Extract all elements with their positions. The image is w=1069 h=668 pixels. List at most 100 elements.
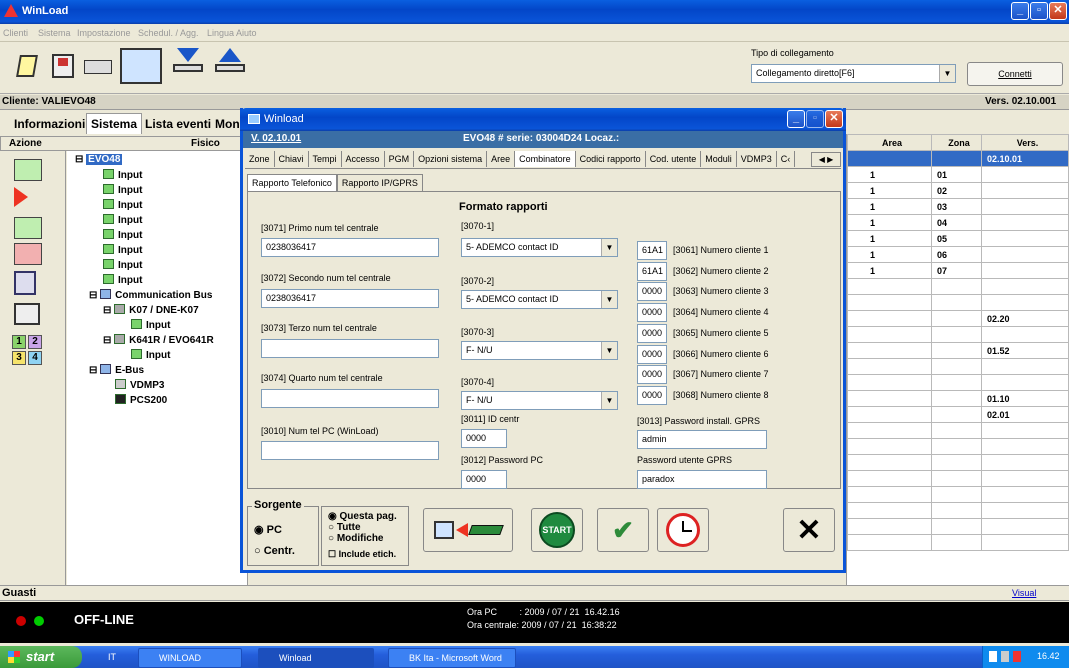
tab-combinatore[interactable]: Combinatore: [515, 151, 576, 167]
col-area[interactable]: Area: [847, 134, 932, 151]
tab-pgm[interactable]: PGM: [385, 151, 415, 167]
format-3-select[interactable]: F- N/U ▼: [461, 341, 618, 360]
menu-clienti[interactable]: Clienti: [3, 28, 28, 38]
schedule-button[interactable]: [657, 508, 709, 552]
dialog-maximize-button[interactable]: ▫: [806, 110, 824, 128]
table-row[interactable]: 02.20: [847, 310, 1069, 327]
tree-node-k641r[interactable]: ⊟ K641R / EVO641R: [103, 334, 214, 346]
save-button[interactable]: [52, 54, 74, 78]
gprs-install-input[interactable]: admin: [637, 430, 767, 449]
table-row[interactable]: 02.01: [847, 406, 1069, 423]
client-2-input[interactable]: 61A1: [637, 262, 667, 281]
phone-1-input[interactable]: 0238036417: [261, 238, 439, 257]
format-2-select[interactable]: 5- ADEMCO contact ID ▼: [461, 290, 618, 309]
taskbar-word[interactable]: BK Ita - Microsoft Word: [388, 648, 516, 668]
tab-codici-rapporto[interactable]: Codici rapporto: [576, 151, 646, 167]
subtab-ip-gprs[interactable]: Rapporto IP/GPRS: [336, 174, 423, 191]
table-row[interactable]: [847, 438, 1069, 455]
table-row[interactable]: 1 03: [847, 198, 1069, 215]
calculator-icon[interactable]: [14, 271, 36, 295]
zone-button-3[interactable]: 3: [12, 351, 26, 365]
menu-sistema[interactable]: Sistema: [38, 28, 71, 38]
table-row[interactable]: 1 07: [847, 262, 1069, 279]
tab-informazioni[interactable]: Informazioni: [14, 117, 85, 131]
tree-node-input-4[interactable]: Input: [103, 214, 142, 226]
table-row[interactable]: 1 05: [847, 230, 1069, 247]
printer-icon[interactable]: [14, 303, 40, 325]
client-5-input[interactable]: 0000: [637, 324, 667, 343]
transfer-arrow-icon[interactable]: [14, 187, 46, 209]
zone-button-4[interactable]: 4: [28, 351, 42, 365]
format-1-select[interactable]: 5- ADEMCO contact ID ▼: [461, 238, 618, 257]
include-labels-checkbox[interactable]: ☐ Include etich.: [328, 549, 396, 560]
scope-all-radio[interactable]: ○ Tutte: [328, 522, 361, 533]
connect-button[interactable]: Connetti: [967, 62, 1063, 86]
scope-this-page-radio[interactable]: ◉ Questa pag.: [328, 511, 397, 522]
language-indicator[interactable]: IT: [108, 652, 116, 662]
tree-node-input-1[interactable]: Input: [103, 169, 142, 181]
tree-node-input-2[interactable]: Input: [103, 184, 142, 196]
tab-tempi[interactable]: Tempi: [309, 151, 342, 167]
pc-phone-input[interactable]: [261, 441, 439, 460]
zone-button-1[interactable]: 1: [12, 335, 26, 349]
tree-node-vdmp3[interactable]: VDMP3: [115, 379, 164, 391]
tab-moduli[interactable]: Moduli: [701, 151, 737, 167]
table-row[interactable]: 1 06: [847, 246, 1069, 263]
table-row[interactable]: 01.10: [847, 390, 1069, 407]
table-row[interactable]: 1 04: [847, 214, 1069, 231]
tab-zone[interactable]: Zone: [245, 151, 275, 167]
table-row[interactable]: [847, 278, 1069, 295]
gprs-user-input[interactable]: paradox: [637, 470, 767, 489]
tab-scroll-arrows[interactable]: ◀ ▶: [811, 152, 841, 167]
phone-4-input[interactable]: [261, 389, 439, 408]
tab-chiavi[interactable]: Chiavi: [275, 151, 309, 167]
table-row[interactable]: 01.52: [847, 342, 1069, 359]
connect-device-button[interactable]: [84, 60, 112, 74]
tree-node-evo48[interactable]: ⊟ EVO48: [75, 154, 123, 165]
menu-schedul[interactable]: Schedul. / Agg.: [138, 28, 199, 38]
minimize-button[interactable]: _: [1011, 2, 1029, 20]
table-row[interactable]: [847, 486, 1069, 503]
client-7-input[interactable]: 0000: [637, 365, 667, 384]
phone-3-input[interactable]: [261, 339, 439, 358]
table-row[interactable]: [847, 326, 1069, 343]
device-error-icon[interactable]: [14, 243, 42, 265]
dialog-minimize-button[interactable]: _: [787, 110, 805, 128]
upload-button[interactable]: [214, 48, 246, 84]
source-pc-radio[interactable]: ◉ PC: [254, 523, 282, 536]
table-row[interactable]: [847, 470, 1069, 487]
tree-node-input-8[interactable]: Input: [103, 274, 142, 286]
tree-node-k07-input[interactable]: Input: [131, 319, 170, 331]
pc-password-input[interactable]: 0000: [461, 470, 507, 489]
client-8-input[interactable]: 0000: [637, 386, 667, 405]
phone-2-input[interactable]: 0238036417: [261, 289, 439, 308]
id-centr-input[interactable]: 0000: [461, 429, 507, 448]
source-centr-radio[interactable]: ○ Centr.: [254, 545, 295, 557]
taskbar-winload-dialog[interactable]: Winload: [258, 648, 374, 668]
table-row[interactable]: 02.10.01: [847, 150, 1069, 167]
tree-node-k641r-input[interactable]: Input: [131, 349, 170, 361]
client-3-input[interactable]: 0000: [637, 282, 667, 301]
client-4-input[interactable]: 0000: [637, 303, 667, 322]
tree-node-k07[interactable]: ⊟ K07 / DNE-K07: [103, 304, 199, 316]
start-transfer-button[interactable]: START: [531, 508, 583, 552]
table-row[interactable]: [847, 518, 1069, 535]
tree-node-input-5[interactable]: Input: [103, 229, 142, 241]
table-row[interactable]: [847, 454, 1069, 471]
tab-accesso[interactable]: Accesso: [342, 151, 385, 167]
format-4-select[interactable]: F- N/U ▼: [461, 391, 618, 410]
compare-button[interactable]: ✔: [597, 508, 649, 552]
transfer-to-panel-button[interactable]: [423, 508, 513, 552]
download-button[interactable]: [172, 48, 204, 84]
col-zona[interactable]: Zona: [931, 134, 982, 151]
menu-lingua[interactable]: Lingua: [207, 28, 234, 38]
table-row[interactable]: [847, 358, 1069, 375]
tab-opzioni-sistema[interactable]: Opzioni sistema: [414, 151, 488, 167]
tab-aree[interactable]: Aree: [487, 151, 516, 167]
table-row[interactable]: [847, 422, 1069, 439]
table-row[interactable]: [847, 294, 1069, 311]
tree-node-communication-bus[interactable]: ⊟ Communication Bus: [89, 289, 212, 301]
table-row[interactable]: 1 01: [847, 166, 1069, 183]
tab-sistema[interactable]: Sistema: [86, 113, 143, 134]
table-row[interactable]: [847, 374, 1069, 391]
